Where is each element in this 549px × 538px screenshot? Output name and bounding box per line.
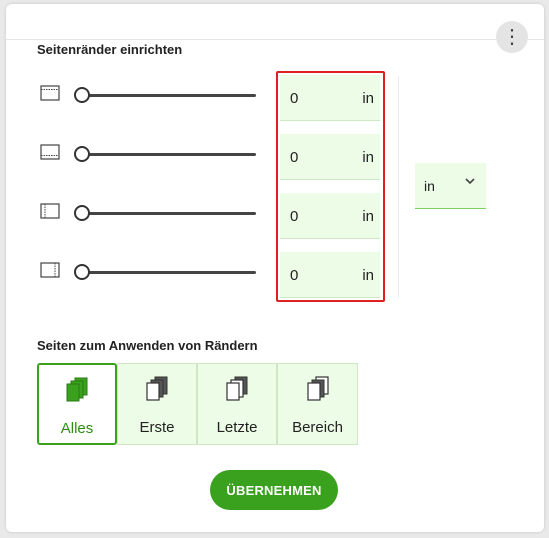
- pages-option-last-label: Letzte: [216, 419, 258, 436]
- left-margin-unit: in: [362, 208, 374, 225]
- slider-thumb[interactable]: [74, 264, 90, 280]
- all-pages-icon: [66, 377, 88, 402]
- left-margin-input[interactable]: 0 in: [280, 193, 380, 239]
- unit-select-value: in: [424, 178, 435, 194]
- pages-option-last[interactable]: Letzte: [197, 363, 277, 445]
- first-page-icon: [146, 376, 168, 401]
- top-margin-slider[interactable]: [74, 87, 256, 103]
- top-margin-unit: in: [362, 90, 374, 107]
- right-margin-value: 0: [290, 267, 299, 284]
- top-margin-icon: [40, 85, 60, 101]
- top-divider: [6, 39, 544, 40]
- pages-section-title: Seiten zum Anwenden von Rändern: [37, 338, 258, 353]
- margins-panel: ⋮ Seitenränder einrichten 0 in 0 in 0 in…: [6, 4, 544, 532]
- pages-option-range-label: Bereich: [292, 419, 343, 436]
- right-margin-icon: [40, 262, 60, 278]
- range-pages-icon: [306, 376, 329, 401]
- bottom-margin-icon: [40, 144, 60, 160]
- vertical-divider: [398, 76, 399, 298]
- slider-track: [82, 271, 256, 274]
- top-margin-value: 0: [290, 90, 299, 107]
- slider-thumb[interactable]: [74, 87, 90, 103]
- top-margin-input[interactable]: 0 in: [280, 75, 380, 121]
- margin-inputs-group: 0 in 0 in 0 in 0 in: [276, 71, 385, 302]
- bottom-margin-slider[interactable]: [74, 146, 256, 162]
- last-page-icon: [226, 376, 248, 401]
- slider-thumb[interactable]: [74, 146, 90, 162]
- right-margin-unit: in: [362, 267, 374, 284]
- slider-thumb[interactable]: [74, 205, 90, 221]
- pages-option-all[interactable]: Alles: [37, 363, 117, 445]
- bottom-margin-value: 0: [290, 149, 299, 166]
- margins-section-title: Seitenränder einrichten: [37, 42, 183, 57]
- pages-toggle-group: Alles Erste Letzte Bereich: [37, 363, 358, 445]
- unit-select[interactable]: in: [415, 163, 486, 209]
- bottom-margin-input[interactable]: 0 in: [280, 134, 380, 180]
- pages-option-all-label: Alles: [60, 420, 94, 437]
- bottom-margin-unit: in: [362, 149, 374, 166]
- right-margin-input[interactable]: 0 in: [280, 252, 380, 298]
- right-margin-slider[interactable]: [74, 264, 256, 280]
- pages-option-first[interactable]: Erste: [117, 363, 197, 445]
- slider-track: [82, 212, 256, 215]
- left-margin-value: 0: [290, 208, 299, 225]
- slider-track: [82, 94, 256, 97]
- left-margin-icon: [40, 203, 60, 219]
- more-options-button[interactable]: ⋮: [496, 21, 528, 53]
- pages-option-first-label: Erste: [139, 419, 175, 436]
- chevron-down-icon: [465, 176, 475, 188]
- more-vertical-icon: ⋮: [502, 26, 522, 48]
- pages-option-range[interactable]: Bereich: [277, 363, 358, 445]
- slider-track: [82, 153, 256, 156]
- left-margin-slider[interactable]: [74, 205, 256, 221]
- apply-button[interactable]: ÜBERNEHMEN: [210, 470, 338, 510]
